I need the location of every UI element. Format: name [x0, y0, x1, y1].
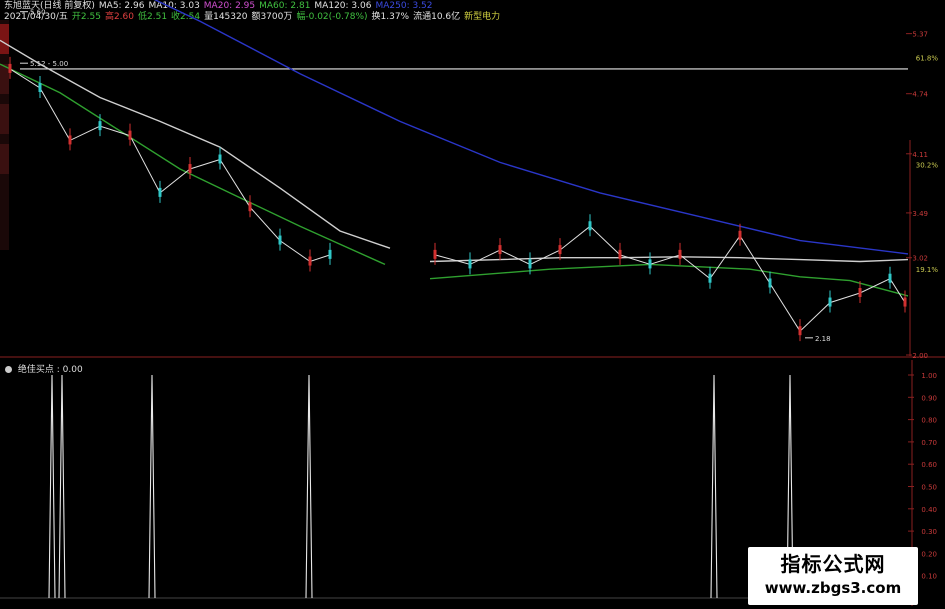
indicator-tick-label: 0.10 [921, 573, 937, 581]
watermark-logo: 指标公式网 www.zbgs3.com [748, 547, 918, 605]
ma-line-ma60 [0, 63, 386, 266]
price-tick-label: 3.49 [912, 210, 928, 218]
candle-body [8, 63, 12, 73]
price-path [9, 68, 331, 263]
price-tick-label: 2.00 [912, 352, 928, 358]
buy-signal-spike [48, 374, 56, 599]
candle-body [903, 297, 907, 307]
price-tick-label: 4.11 [912, 151, 928, 159]
candle-body [308, 256, 312, 266]
candle-body [278, 235, 282, 245]
candle-body [218, 154, 222, 164]
price-annotation: 5.60 [30, 9, 46, 17]
pct-tick-label: 19.1% [916, 266, 939, 274]
price-tick-label: 4.74 [912, 91, 928, 99]
pct-tick-label: 61.8% [916, 54, 939, 62]
pct-tick-label: 30.2% [916, 161, 939, 169]
price-tick-label: 3.02 [912, 255, 928, 263]
candle-body [648, 259, 652, 269]
buy-signal-spike [148, 374, 156, 599]
candle-body [618, 249, 622, 259]
candle-body [328, 249, 332, 259]
ma-line-ma120 [429, 256, 909, 263]
candle-body [498, 245, 502, 255]
candle-body [98, 121, 102, 131]
candle-body [248, 202, 252, 212]
price-annotation: 2.18 [815, 335, 831, 343]
watermark-url: www.zbgs3.com [764, 579, 902, 597]
candle-body [858, 288, 862, 298]
candle-body [528, 259, 532, 269]
indicator-tick-label: 0.80 [921, 417, 937, 425]
indicator-tick-label: 0.20 [921, 550, 937, 558]
indicator-tick-label: 0.60 [921, 461, 937, 469]
price-chart[interactable]: 5.37 4.74 4.11 3.49 3.02 2.00 61.8% 30.2% 19.1% 5… [0, 0, 945, 358]
buy-signal-spike [710, 374, 718, 599]
candle-body [433, 249, 437, 259]
buy-signal-spike [305, 374, 313, 599]
candle-body [588, 221, 592, 231]
candle-body [128, 130, 132, 140]
candle-body [888, 273, 892, 283]
indicator-tick-label: 0.30 [921, 528, 937, 536]
candle-body [708, 273, 712, 283]
indicator-tick-label: 0.40 [921, 506, 937, 514]
candle-body [768, 278, 772, 288]
indicator-tick-label: 0.90 [921, 394, 937, 402]
price-tick-label: 5.37 [912, 31, 928, 39]
candle-body [188, 164, 192, 174]
indicator-tick-label: 0.50 [921, 484, 937, 492]
candle-body [678, 249, 682, 259]
candle-body [158, 187, 162, 197]
buy-signal-spike [58, 374, 66, 599]
candle-body [828, 297, 832, 307]
ma-line-ma60 [429, 263, 909, 297]
candle-body [68, 135, 72, 145]
watermark-title: 指标公式网 [780, 552, 886, 576]
candle-body [468, 259, 472, 269]
indicator-tick-label: 0.70 [921, 439, 937, 447]
ma-line-ma120 [0, 39, 391, 249]
candle-body [38, 82, 42, 92]
indicator-tick-label: 1.00 [921, 372, 937, 380]
candle-body [738, 230, 742, 240]
ma-line-ma250 [153, 0, 909, 255]
candle-body [558, 245, 562, 255]
candle-body [798, 326, 802, 336]
price-annotation: 5.12 - 5.00 [30, 60, 68, 68]
